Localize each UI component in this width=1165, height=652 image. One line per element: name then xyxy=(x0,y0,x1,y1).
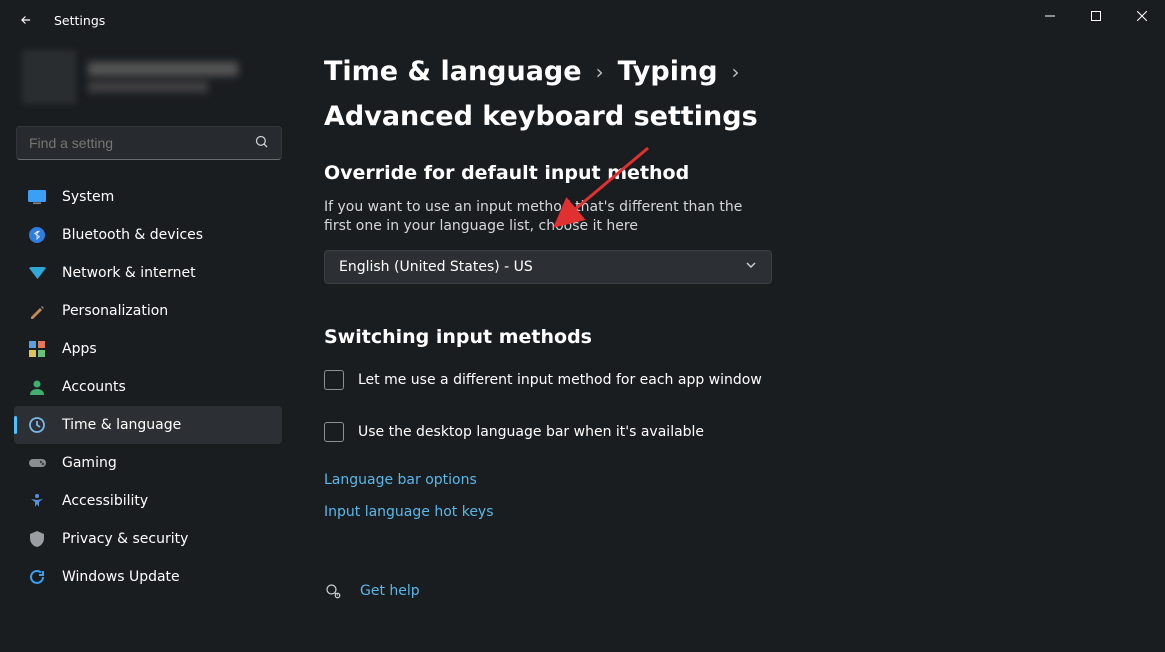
override-description: If you want to use an input method that'… xyxy=(324,198,764,236)
sidebar-item-label: Privacy & security xyxy=(62,531,188,547)
sidebar-item-time-language[interactable]: Time & language xyxy=(14,406,282,444)
sidebar-item-label: Bluetooth & devices xyxy=(62,227,203,243)
profile-block[interactable] xyxy=(14,48,296,106)
get-help-link[interactable]: Get help xyxy=(360,583,420,599)
sidebar-item-label: Personalization xyxy=(62,303,168,319)
main-panel: Time & language › Typing › Advanced keyb… xyxy=(296,40,1165,652)
search-icon xyxy=(254,134,269,153)
select-value: English (United States) - US xyxy=(339,259,533,275)
bluetooth-icon xyxy=(28,226,46,244)
search-box[interactable] xyxy=(16,126,282,160)
help-row: Get help xyxy=(324,582,1137,600)
language-bar-options-link[interactable]: Language bar options xyxy=(324,472,1137,488)
sidebar-item-apps[interactable]: Apps xyxy=(14,330,282,368)
system-icon xyxy=(28,188,46,206)
sidebar-item-label: Windows Update xyxy=(62,569,180,585)
accounts-icon xyxy=(28,378,46,396)
sidebar-item-label: Apps xyxy=(62,341,97,357)
sidebar-item-label: Gaming xyxy=(62,455,117,471)
profile-text xyxy=(88,62,238,92)
sidebar: System Bluetooth & devices Network & int… xyxy=(0,40,296,652)
sidebar-item-label: Time & language xyxy=(62,417,181,433)
sidebar-item-label: Network & internet xyxy=(62,265,196,281)
sidebar-item-update[interactable]: Windows Update xyxy=(14,558,282,596)
sidebar-item-accessibility[interactable]: Accessibility xyxy=(14,482,282,520)
input-method-select[interactable]: English (United States) - US xyxy=(324,250,772,284)
back-button[interactable] xyxy=(18,12,34,28)
sidebar-item-label: Accessibility xyxy=(62,493,148,509)
sidebar-item-accounts[interactable]: Accounts xyxy=(14,368,282,406)
privacy-icon xyxy=(28,530,46,548)
input-hotkeys-link[interactable]: Input language hot keys xyxy=(324,504,1137,520)
apps-icon xyxy=(28,340,46,358)
checkbox-label: Let me use a different input method for … xyxy=(358,372,762,388)
update-icon xyxy=(28,568,46,586)
help-icon xyxy=(324,582,342,600)
titlebar: Settings xyxy=(0,0,1165,40)
checkbox-row-per-app[interactable]: Let me use a different input method for … xyxy=(324,370,1137,390)
checkbox[interactable] xyxy=(324,422,344,442)
maximize-button[interactable] xyxy=(1073,0,1119,32)
avatar xyxy=(22,50,76,104)
sidebar-item-label: System xyxy=(62,189,114,205)
checkbox-row-language-bar[interactable]: Use the desktop language bar when it's a… xyxy=(324,422,1137,442)
breadcrumb-mid[interactable]: Typing xyxy=(618,56,718,87)
sidebar-item-system[interactable]: System xyxy=(14,178,282,216)
network-icon xyxy=(28,264,46,282)
sidebar-item-privacy[interactable]: Privacy & security xyxy=(14,520,282,558)
window-title: Settings xyxy=(54,13,105,28)
sidebar-item-bluetooth[interactable]: Bluetooth & devices xyxy=(14,216,282,254)
sidebar-item-label: Accounts xyxy=(62,379,126,395)
breadcrumb-current: Advanced keyboard settings xyxy=(324,101,758,132)
gaming-icon xyxy=(28,454,46,472)
breadcrumb: Time & language › Typing › Advanced keyb… xyxy=(324,56,1137,132)
chevron-right-icon: › xyxy=(732,60,740,84)
checkbox-label: Use the desktop language bar when it's a… xyxy=(358,424,704,440)
sidebar-item-personalization[interactable]: Personalization xyxy=(14,292,282,330)
personalization-icon xyxy=(28,302,46,320)
sidebar-item-network[interactable]: Network & internet xyxy=(14,254,282,292)
nav-list: System Bluetooth & devices Network & int… xyxy=(14,178,296,596)
breadcrumb-root[interactable]: Time & language xyxy=(324,56,582,87)
close-button[interactable] xyxy=(1119,0,1165,32)
accessibility-icon xyxy=(28,492,46,510)
switching-heading: Switching input methods xyxy=(324,326,1137,348)
time-language-icon xyxy=(28,416,46,434)
minimize-button[interactable] xyxy=(1027,0,1073,32)
chevron-down-icon xyxy=(745,259,757,275)
checkbox[interactable] xyxy=(324,370,344,390)
chevron-right-icon: › xyxy=(596,60,604,84)
search-input[interactable] xyxy=(29,135,221,151)
override-heading: Override for default input method xyxy=(324,162,1137,184)
sidebar-item-gaming[interactable]: Gaming xyxy=(14,444,282,482)
window-controls xyxy=(1027,0,1165,32)
